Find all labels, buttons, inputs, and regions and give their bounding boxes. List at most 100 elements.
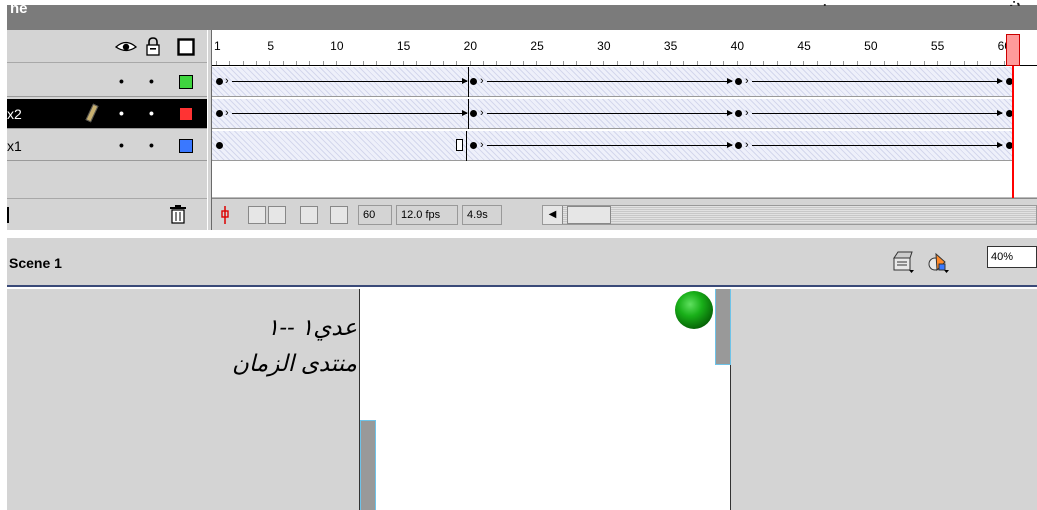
ruler-tick [496,61,498,65]
ruler-tick [696,61,698,65]
lock-dot[interactable]: • [149,137,154,153]
ruler-tick [923,61,925,65]
ruler-tick [750,61,751,65]
frame-divider [468,99,469,129]
playhead[interactable] [1006,34,1020,66]
keyframe[interactable] [216,78,223,85]
keyframe[interactable] [470,110,477,117]
frame-number-label[interactable]: 1 [214,39,221,53]
keyframe[interactable] [216,142,223,149]
stage-text: عدي١ --١ منتدى الزمان [17,309,357,381]
frame-grid[interactable]: 1 5 10 15 20 25 30 35 40 45 50 55 60 › › › › › [212,30,1037,230]
tween-chevron: › [745,107,749,119]
ball[interactable] [675,291,713,329]
frame-number-label[interactable]: 5 [267,39,274,53]
ruler-tick [936,61,938,65]
frame-empty-area[interactable] [212,162,1037,198]
visibility-dot[interactable]: • [119,73,124,89]
edit-symbol-icon[interactable] [927,250,949,274]
ruler-tick [309,61,311,65]
tween-chevron: › [225,75,229,87]
trash-icon[interactable] [169,204,187,224]
stage-text-line: منتدى الزمان [232,350,357,376]
lock-dot[interactable]: • [149,105,154,121]
center-frame-icon[interactable] [218,206,232,224]
frame-divider [468,67,469,97]
outline-square-icon[interactable] [177,38,195,56]
ruler-tick [683,61,685,65]
ruler-tick [603,61,605,65]
keyframe[interactable] [216,110,223,117]
scroll-thumb[interactable] [567,206,611,224]
onion-skin-outlines-button[interactable] [268,206,286,224]
left-paddle[interactable] [360,420,376,510]
title-band [7,5,1037,30]
ruler-tick [616,61,618,65]
keyframe[interactable] [470,78,477,85]
frame-number-label[interactable]: 25 [530,39,543,53]
layer-list: • • x2 • • x1 • • [7,30,207,230]
stage-area[interactable]: عدي١ --١ منتدى الزمان [7,289,1037,510]
keyframe[interactable] [735,142,742,149]
keyframe[interactable] [735,78,742,85]
frame-ruler[interactable]: 1 5 10 15 20 25 30 35 40 45 50 55 60 [212,30,1037,66]
frame-number-label[interactable]: 45 [797,39,810,53]
ruler-tick [976,61,978,65]
empty-keyframe[interactable] [456,139,463,151]
ruler-tick [509,61,511,65]
frame-number-label[interactable]: 15 [397,39,410,53]
timeline-scrollbar[interactable]: ◀ [542,205,1037,225]
ruler-tick [282,61,284,65]
layer-color-swatch[interactable] [179,139,193,153]
ruler-tick [563,61,565,65]
layer-color-swatch[interactable] [179,75,193,89]
edit-scene-icon[interactable] [892,250,914,274]
ruler-tick [416,61,418,65]
frame-number-label[interactable]: 55 [931,39,944,53]
layer-row[interactable]: • • [7,67,207,97]
stage-text-line: عدي١ --١ [266,314,357,340]
edit-multiple-frames-button[interactable] [300,206,318,224]
frame-number-label[interactable]: 40 [731,39,744,53]
keyframe[interactable] [735,110,742,117]
frame-row[interactable]: › › › [212,67,1013,97]
ruler-tick [349,61,351,65]
ruler-tick [576,61,578,65]
scroll-left-icon[interactable]: ◀ [543,206,563,224]
playhead-line [1012,66,1014,198]
title-glyphs: . ن [823,0,1033,6]
ruler-tick [656,61,658,65]
zoom-field[interactable] [987,246,1037,268]
visibility-dot[interactable]: • [119,105,124,121]
frame-rate-field[interactable]: 12.0 fps [396,205,458,225]
frame-number-label[interactable]: 50 [864,39,877,53]
layer-color-swatch[interactable] [179,107,193,121]
frame-number-label[interactable]: 20 [464,39,477,53]
frame-row[interactable]: › › › [212,99,1013,129]
right-paddle[interactable] [715,289,731,365]
motion-tween-arrow [232,110,468,116]
visibility-dot[interactable]: • [119,137,124,153]
eye-icon[interactable] [115,40,137,54]
frame-number-label[interactable]: 35 [664,39,677,53]
onion-skin-button[interactable] [248,206,266,224]
keyframe[interactable] [470,142,477,149]
layer-row[interactable]: x1 • • [7,131,207,161]
ruler-tick [963,61,965,65]
frame-row[interactable]: › › [212,131,1013,161]
motion-tween-arrow [487,78,733,84]
layer-controls [7,198,207,230]
scene-bar: Scene 1 [7,238,1037,287]
frame-number-label[interactable]: 30 [597,39,610,53]
ruler-tick [723,61,725,65]
ruler-tick [896,61,898,65]
modify-onion-markers-button[interactable] [330,206,348,224]
lock-dot[interactable]: • [149,73,154,89]
lock-icon[interactable] [145,37,161,57]
layer-row-selected[interactable]: x2 • • [7,99,207,129]
tween-chevron: › [480,107,484,119]
frame-number-label[interactable]: 10 [330,39,343,53]
scene-name[interactable]: Scene 1 [9,255,62,271]
ruler-tick [803,61,805,65]
stage-canvas[interactable] [359,289,731,510]
